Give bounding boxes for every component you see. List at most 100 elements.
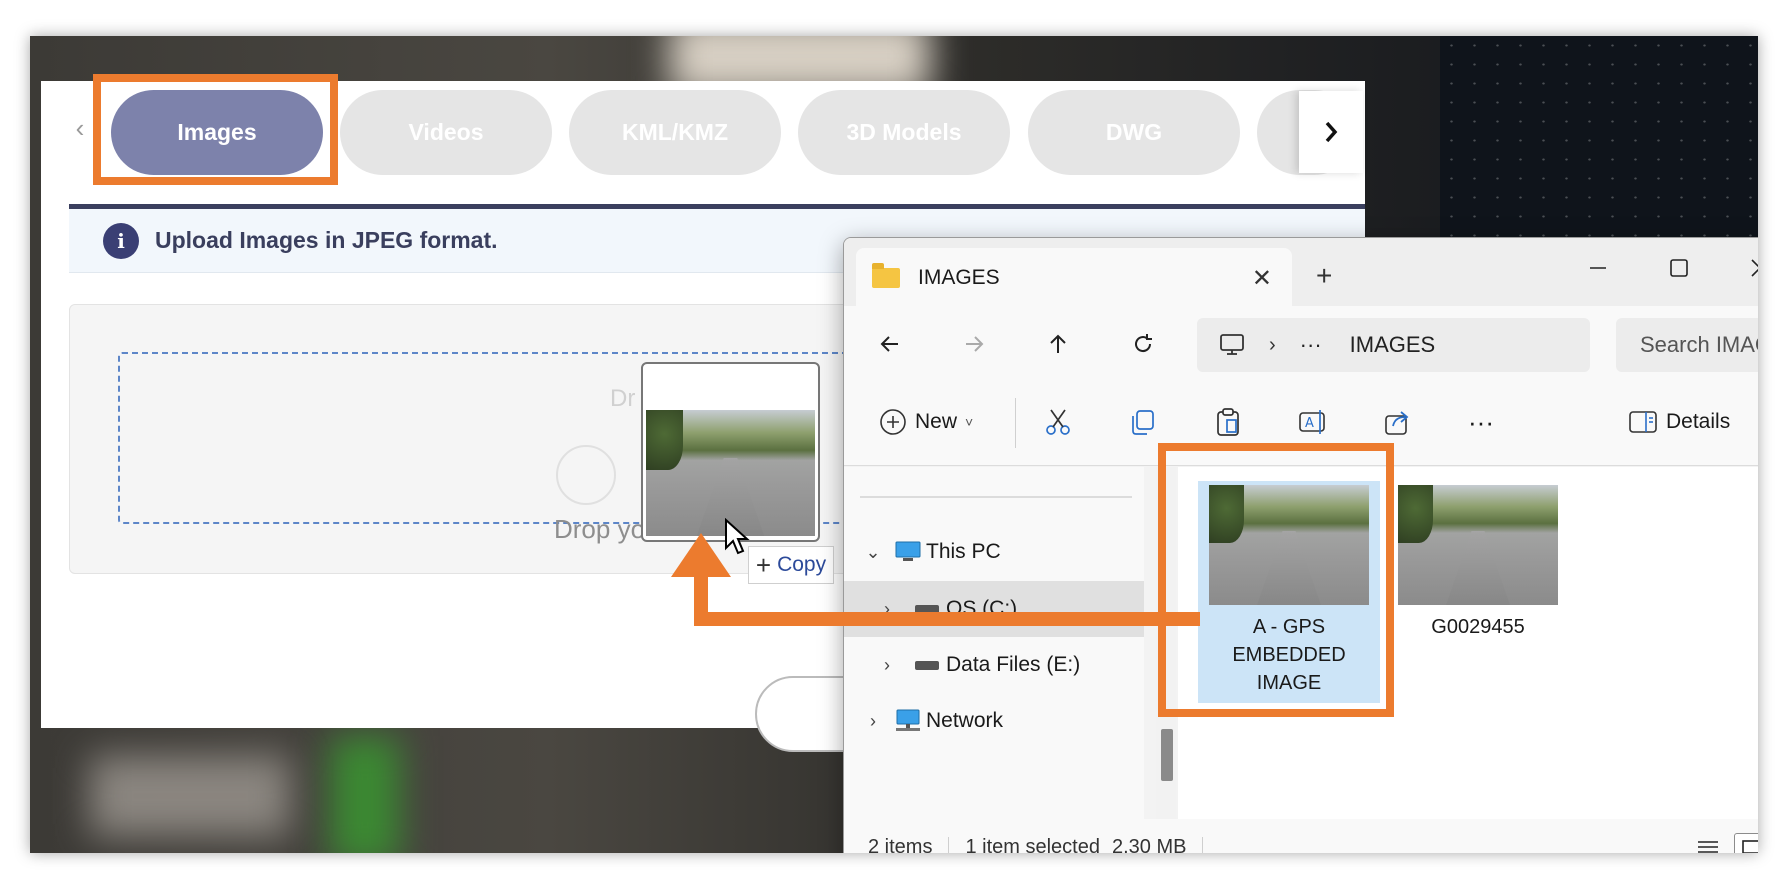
tab-videos-label: Videos bbox=[408, 119, 484, 145]
details-button-label: Details bbox=[1666, 410, 1731, 433]
status-separator bbox=[948, 836, 950, 853]
tab-kml-kmz-label: KML/KMZ bbox=[621, 119, 729, 145]
thumbnail-view-icon bbox=[1742, 840, 1758, 853]
computer-icon bbox=[895, 541, 921, 561]
file-item-g0029455[interactable]: G0029455 bbox=[1387, 481, 1569, 703]
tab-videos[interactable]: Videos bbox=[340, 90, 552, 175]
forward-button[interactable] bbox=[956, 326, 992, 362]
toolbar-separator bbox=[1015, 398, 1016, 448]
refresh-icon bbox=[1135, 334, 1152, 353]
tab-3d-models[interactable]: 3D Models bbox=[798, 90, 1010, 175]
rename-button[interactable]: A bbox=[1298, 404, 1330, 440]
folder-icon bbox=[872, 263, 900, 288]
close-window-button[interactable] bbox=[1735, 248, 1758, 288]
copy-drag-tooltip: + Copy bbox=[748, 546, 834, 584]
copy-label: Copy bbox=[777, 553, 827, 576]
explorer-tab-title: IMAGES bbox=[918, 266, 1000, 289]
scrollbar-thumb[interactable] bbox=[1161, 729, 1173, 781]
nav-item-data-files-e[interactable]: › Data Files (E:) bbox=[844, 637, 1144, 693]
more-icon: ··· bbox=[1468, 406, 1494, 437]
close-icon bbox=[1751, 259, 1758, 277]
address-bar[interactable]: › ··· IMAGES bbox=[1197, 318, 1590, 372]
back-button[interactable] bbox=[872, 326, 908, 362]
chevron-right-icon[interactable]: › bbox=[876, 655, 898, 676]
maximize-button[interactable] bbox=[1654, 248, 1704, 288]
nav-item-network[interactable]: › Network bbox=[844, 693, 1144, 749]
tabs-scroll-left-button[interactable]: ‹ bbox=[67, 115, 93, 141]
arrow-up-icon bbox=[1050, 334, 1066, 353]
chevron-right-icon bbox=[1325, 121, 1338, 143]
chevron-down-icon: ˅ bbox=[965, 414, 974, 430]
annotation-arrow-shaft bbox=[694, 612, 1200, 626]
explorer-navigation-bar: › ··· IMAGES Search IMAG bbox=[844, 306, 1758, 378]
arrow-right-icon bbox=[966, 336, 984, 352]
paste-button[interactable] bbox=[1213, 404, 1243, 440]
tab-dwg-label: DWG bbox=[1105, 119, 1163, 145]
highlight-box-selected-file bbox=[1158, 443, 1394, 717]
file-name: G0029455 bbox=[1431, 616, 1525, 638]
search-placeholder: Search IMAG bbox=[1640, 332, 1758, 357]
maximize-icon bbox=[1670, 259, 1688, 277]
info-text: Upload Images in JPEG format. bbox=[155, 227, 498, 253]
chevron-down-icon[interactable]: ⌄ bbox=[862, 542, 884, 563]
list-view-icon bbox=[1698, 841, 1718, 853]
tabs-scroll-right-button[interactable] bbox=[1299, 91, 1363, 173]
paste-icon bbox=[1217, 408, 1239, 436]
scissors-icon bbox=[1046, 409, 1070, 435]
copy-button[interactable] bbox=[1128, 404, 1158, 440]
annotation-arrow-head bbox=[671, 533, 731, 577]
file-thumbnail bbox=[1398, 485, 1558, 605]
explorer-titlebar: IMAGES ✕ + bbox=[844, 238, 1758, 308]
new-tab-button[interactable]: + bbox=[1316, 260, 1332, 292]
nav-item-this-pc[interactable]: ⌄ This PC bbox=[844, 524, 1144, 580]
details-view-button[interactable] bbox=[1690, 833, 1726, 853]
breadcrumb-separator-icon: › bbox=[1269, 333, 1276, 356]
arrow-left-icon bbox=[880, 336, 898, 352]
rename-icon: A bbox=[1299, 410, 1325, 434]
plus-circle-icon bbox=[880, 409, 906, 435]
new-button-label: New bbox=[915, 410, 958, 433]
plus-icon: + bbox=[755, 550, 772, 580]
monitor-icon bbox=[1220, 334, 1244, 355]
dragged-image-thumbnail bbox=[641, 362, 820, 542]
close-tab-icon[interactable]: ✕ bbox=[1252, 264, 1272, 293]
nav-item-label: This PC bbox=[926, 540, 1001, 563]
nav-item-os-c[interactable]: › OS (C:) bbox=[844, 581, 1144, 637]
minimize-icon bbox=[1590, 267, 1606, 269]
large-icons-view-button[interactable] bbox=[1734, 833, 1758, 853]
status-separator bbox=[1202, 836, 1204, 853]
cut-button[interactable] bbox=[1043, 404, 1073, 440]
tab-dwg[interactable]: DWG bbox=[1028, 90, 1240, 175]
tab-3d-models-label: 3D Models bbox=[846, 119, 962, 145]
status-selection: 1 item selected bbox=[965, 836, 1100, 853]
tab-kml-kmz[interactable]: KML/KMZ bbox=[569, 90, 781, 175]
details-button[interactable]: Details bbox=[1628, 404, 1730, 440]
share-button[interactable] bbox=[1383, 404, 1413, 440]
screenshot-frame: ‹ Images Videos KML/KMZ 3D Models DWG i … bbox=[30, 36, 1758, 853]
background-blur bbox=[90, 756, 290, 836]
refresh-button[interactable] bbox=[1125, 326, 1161, 362]
background-blur bbox=[330, 736, 400, 853]
more-options-button[interactable]: ··· bbox=[1468, 404, 1494, 440]
breadcrumb-current-folder[interactable]: IMAGES bbox=[1350, 332, 1436, 358]
copy-icon bbox=[1132, 410, 1154, 435]
nav-item-label: Network bbox=[926, 709, 1004, 732]
faded-drop-hint: Dr bbox=[610, 385, 636, 412]
faded-folder-button bbox=[556, 445, 616, 505]
share-icon bbox=[1385, 411, 1409, 435]
breadcrumb-more[interactable]: ··· bbox=[1300, 332, 1322, 358]
drive-icon bbox=[915, 661, 939, 670]
nav-separator bbox=[860, 496, 1132, 498]
chevron-right-icon[interactable]: › bbox=[862, 711, 884, 732]
search-input[interactable]: Search IMAG bbox=[1616, 318, 1758, 372]
navigation-pane: ⌄ This PC › OS (C:) › Data Files (E:) › … bbox=[844, 467, 1144, 819]
new-button[interactable]: New ˅ bbox=[879, 404, 973, 440]
status-size: 2.30 MB bbox=[1111, 836, 1187, 853]
up-button[interactable] bbox=[1040, 326, 1076, 362]
svg-text:A: A bbox=[1305, 416, 1314, 431]
minimize-button[interactable] bbox=[1573, 248, 1623, 288]
details-pane-icon bbox=[1629, 411, 1657, 433]
status-item-count: 2 items bbox=[868, 836, 933, 853]
network-icon bbox=[896, 709, 920, 731]
explorer-tab-images[interactable]: IMAGES ✕ bbox=[856, 248, 1292, 308]
